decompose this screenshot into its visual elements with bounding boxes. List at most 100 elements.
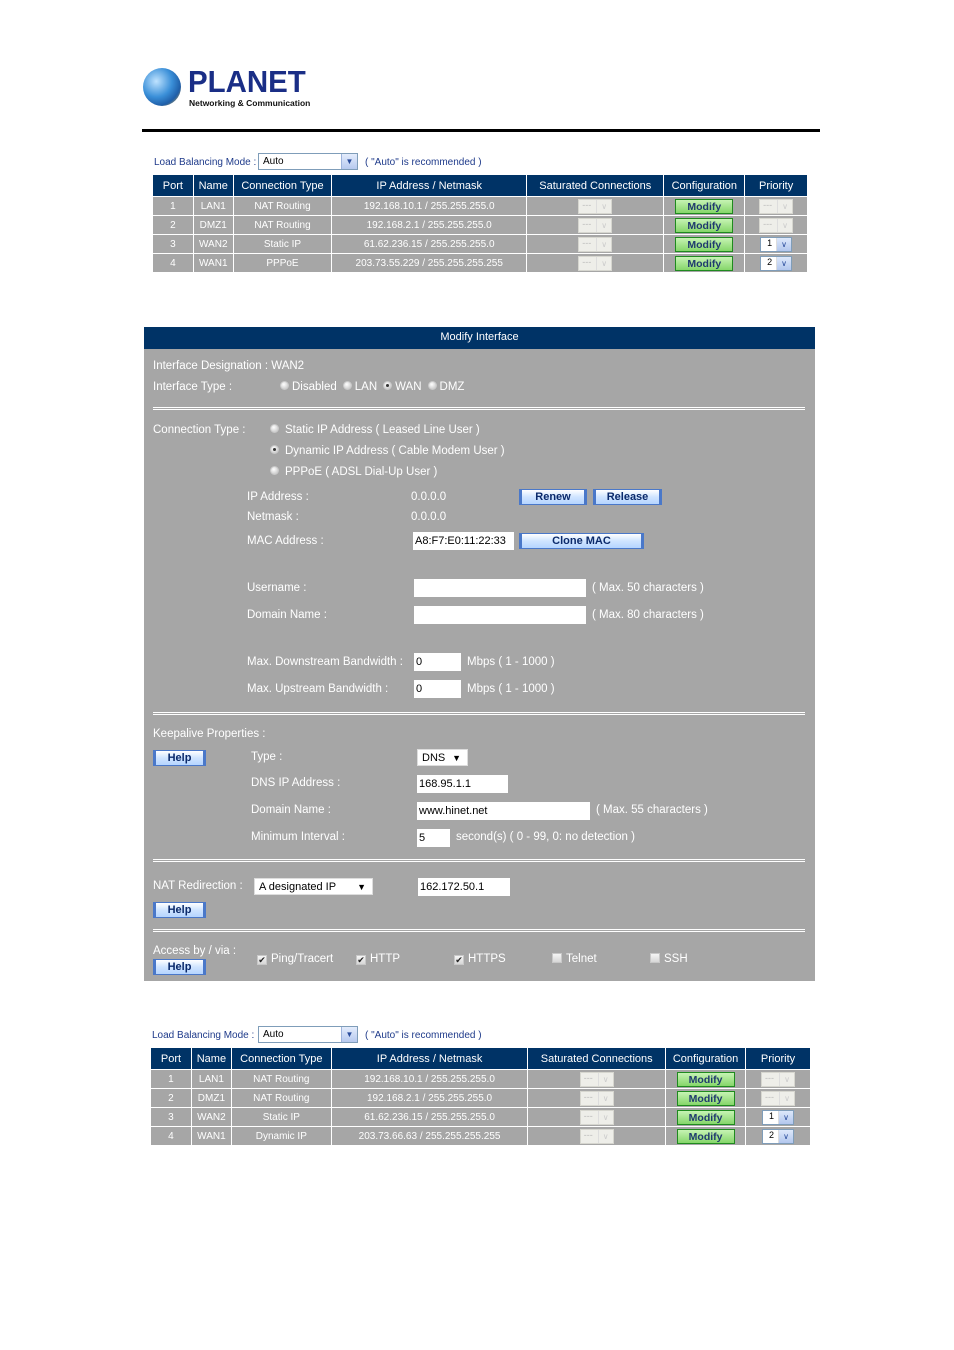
radio-button-icon[interactable] [280,381,289,390]
downstream-input[interactable]: 0 [414,653,461,671]
nat-ip-input[interactable]: 162.172.50.1 [418,878,510,896]
keepalive-help-button[interactable]: Help [153,750,206,766]
dns-ip-input[interactable]: 168.95.1.1 [417,775,508,793]
radio-button-icon[interactable] [427,381,437,390]
select-value: --- [582,199,592,210]
checkbox-unchecked-icon[interactable] [552,953,562,963]
table-row: 2 DMZ1 NAT Routing 192.168.2.1 / 255.255.25… [152,215,808,235]
modify-button[interactable]: Modify [675,236,734,252]
column-header: Configuration [665,1047,747,1070]
keepalive-type-select[interactable]: DNS ▼ [417,749,468,766]
select-value: --- [583,1091,593,1102]
checkbox-checked-icon[interactable]: ✔ [257,955,267,965]
cell-port: 3 [152,234,194,254]
connection-type-option[interactable]: PPPoE ( ADSL Dial-Up User ) [270,466,437,478]
cell-saturated: --- ∨ [527,1088,667,1108]
saturated-connections-select: --- ∨ [579,1090,614,1106]
option-label: HTTPS [468,953,506,965]
select-value: --- [582,218,592,229]
clone-mac-button[interactable]: Clone MAC [519,533,644,549]
interface-type-option[interactable]: LAN [342,381,377,393]
modify-button[interactable]: Modify [676,1128,735,1144]
domain-name-label: Domain Name : [247,609,327,621]
cell-config: Modify [665,1126,747,1146]
priority-select[interactable]: 2 ∨ [760,255,793,271]
modify-button[interactable]: Modify [676,1109,735,1125]
cell-priority: 2 ∨ [745,1126,811,1146]
priority-select[interactable]: 2 ∨ [762,1128,795,1144]
radio-button-icon[interactable] [270,466,279,475]
min-interval-input[interactable]: 5 [417,829,450,847]
nat-redirection-label: NAT Redirection : [153,880,243,892]
cell-priority: --- ∨ [745,1069,811,1089]
interface-type-option[interactable]: Disabled [280,381,337,393]
mac-address-input[interactable]: A8:F7:E0:11:22:33 [413,532,514,550]
domain-name-input[interactable] [414,606,586,624]
upstream-input[interactable]: 0 [414,680,461,698]
checkbox-checked-icon[interactable]: ✔ [454,955,464,965]
keepalive-label: Keepalive Properties : [153,728,266,740]
modify-button[interactable]: Modify [676,1090,735,1106]
cell-type: NAT Routing [230,1088,332,1108]
access-option[interactable]: Telnet [552,953,597,965]
select-value: 2 [767,256,773,267]
release-button[interactable]: Release [593,489,662,505]
cell-saturated: --- ∨ [527,1107,667,1127]
downstream-label: Max. Downstream Bandwidth : [247,656,403,668]
radio-button-icon[interactable] [342,381,352,390]
interface-type-option[interactable]: DMZ [427,381,464,393]
load-balancing-mode-select[interactable]: Auto ▼ [258,1026,358,1043]
access-label: Access by / via : [153,945,237,957]
cell-ip: 192.168.2.1 / 255.255.255.0 [330,1088,529,1108]
cell-type: NAT Routing [232,215,333,235]
column-header: Priority [744,174,808,197]
keepalive-domain-input[interactable]: www.hinet.net [417,802,590,820]
radio-button-icon[interactable] [383,381,393,390]
mode-value: Auto [263,156,284,167]
priority-select[interactable]: 1 ∨ [762,1109,795,1125]
modify-button[interactable]: Modify [675,217,734,233]
access-option[interactable]: ✔ Ping/Tracert [257,953,333,965]
select-value: 1 [769,1110,775,1121]
access-option[interactable]: ✔ HTTPS [454,953,506,965]
table-row: 1 LAN1 NAT Routing 192.168.10.1 / 255.255.2… [152,196,808,216]
dropdown-arrow-icon: ▼ [357,882,366,892]
cell-saturated: --- ∨ [526,253,665,273]
nat-redirection-select[interactable]: A designated IP ▼ [254,878,373,895]
chevron-down-icon: ∨ [597,1129,613,1143]
radio-button-icon[interactable] [270,445,279,454]
load-balancing-mode-select[interactable]: Auto ▼ [258,153,358,170]
cell-port: 3 [150,1107,192,1127]
column-header: Port [152,174,194,197]
interface-type-option[interactable]: WAN [383,381,422,393]
checkbox-unchecked-icon[interactable] [650,953,660,963]
chevron-down-icon: ∨ [779,1072,794,1086]
cell-priority: 1 ∨ [744,234,808,254]
modify-button[interactable]: Modify [675,255,734,271]
radio-button-icon[interactable] [270,424,279,433]
select-value: --- [765,1072,775,1083]
access-help-button[interactable]: Help [153,959,206,975]
mode-label: Load Balancing Mode : [152,1030,255,1041]
cell-port: 4 [152,253,194,273]
modify-button[interactable]: Modify [676,1071,735,1087]
upstream-label: Max. Upstream Bandwidth : [247,683,389,695]
modify-button[interactable]: Modify [675,198,734,214]
connection-type-option[interactable]: Dynamic IP Address ( Cable Modem User ) [270,445,505,457]
connection-type-option[interactable]: Static IP Address ( Leased Line User ) [270,424,480,436]
interface-type-label: Interface Type : [153,381,233,393]
cell-ip: 61.62.236.15 / 255.255.255.0 [330,1107,529,1127]
logo-tagline: Networking & Communication [189,98,311,108]
select-value: --- [583,1072,593,1083]
username-input[interactable] [414,579,586,597]
nat-help-button[interactable]: Help [153,902,206,918]
checkbox-checked-icon[interactable]: ✔ [356,955,366,965]
cell-priority: --- ∨ [745,1088,811,1108]
access-option[interactable]: SSH [650,953,688,965]
column-header: IP Address / Netmask [330,1047,529,1070]
chevron-down-icon: ∨ [596,256,611,270]
priority-select[interactable]: 1 ∨ [760,236,793,252]
renew-button[interactable]: Renew [519,489,587,505]
access-option[interactable]: ✔ HTTP [356,953,400,965]
cell-name: LAN1 [190,1069,232,1089]
